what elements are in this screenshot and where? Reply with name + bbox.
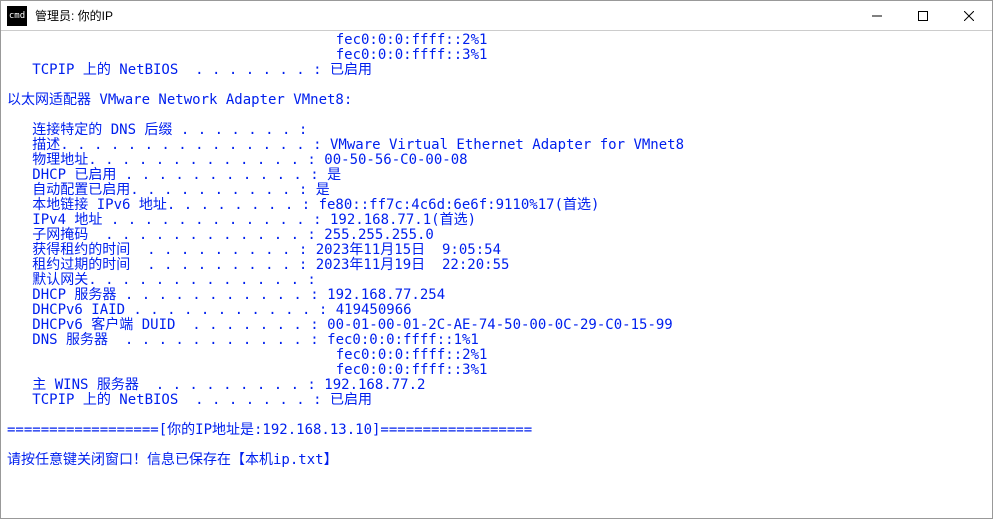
terminal-line [7, 108, 986, 123]
close-icon [964, 11, 974, 21]
window: cmd 管理员: 你的IP fec0:0:0:ffff::2%1 fec0:0:… [0, 0, 993, 519]
terminal-line: 主 WINS 服务器 . . . . . . . . . : 192.168.7… [7, 378, 986, 393]
terminal-line: 物理地址. . . . . . . . . . . . . : 00-50-56… [7, 153, 986, 168]
terminal-line: fec0:0:0:ffff::2%1 [7, 33, 986, 48]
terminal-line: DHCPv6 客户端 DUID . . . . . . . : 00-01-00… [7, 318, 986, 333]
terminal-line [7, 78, 986, 93]
terminal-line: TCPIP 上的 NetBIOS . . . . . . . : 已启用 [7, 63, 986, 78]
terminal-line: DHCP 服务器 . . . . . . . . . . . : 192.168… [7, 288, 986, 303]
close-button[interactable] [946, 1, 992, 31]
terminal-output[interactable]: fec0:0:0:ffff::2%1 fec0:0:0:ffff::3%1 TC… [1, 31, 992, 518]
terminal-line: 自动配置已启用. . . . . . . . . . : 是 [7, 183, 986, 198]
terminal-line: fec0:0:0:ffff::2%1 [7, 348, 986, 363]
terminal-line [7, 438, 986, 453]
terminal-line: fec0:0:0:ffff::3%1 [7, 48, 986, 63]
terminal-line: 请按任意键关闭窗口！信息已保存在【本机ip.txt】 [7, 453, 986, 468]
window-title: 管理员: 你的IP [35, 7, 113, 24]
terminal-line: ==================[你的IP地址是:192.168.13.10… [7, 423, 986, 438]
terminal-line: DHCP 已启用 . . . . . . . . . . . : 是 [7, 168, 986, 183]
terminal-line: 连接特定的 DNS 后缀 . . . . . . . : [7, 123, 986, 138]
terminal-line: 租约过期的时间 . . . . . . . . . : 2023年11月19日 … [7, 258, 986, 273]
cmd-icon: cmd [7, 6, 27, 26]
maximize-icon [918, 11, 928, 21]
terminal-line: 子网掩码 . . . . . . . . . . . . : 255.255.2… [7, 228, 986, 243]
terminal-line: 本地链接 IPv6 地址. . . . . . . . : fe80::ff7c… [7, 198, 986, 213]
maximize-button[interactable] [900, 1, 946, 31]
terminal-line: 以太网适配器 VMware Network Adapter VMnet8: [7, 93, 986, 108]
terminal-line: DHCPv6 IAID . . . . . . . . . . . : 4194… [7, 303, 986, 318]
terminal-line: fec0:0:0:ffff::3%1 [7, 363, 986, 378]
terminal-line: 默认网关. . . . . . . . . . . . . : [7, 273, 986, 288]
minimize-icon [872, 11, 882, 21]
terminal-line [7, 408, 986, 423]
terminal-line: IPv4 地址 . . . . . . . . . . . . : 192.16… [7, 213, 986, 228]
minimize-button[interactable] [854, 1, 900, 31]
terminal-line: TCPIP 上的 NetBIOS . . . . . . . : 已启用 [7, 393, 986, 408]
titlebar[interactable]: cmd 管理员: 你的IP [1, 1, 992, 31]
terminal-line: 描述. . . . . . . . . . . . . . . : VMware… [7, 138, 986, 153]
terminal-line: 获得租约的时间 . . . . . . . . . : 2023年11月15日 … [7, 243, 986, 258]
terminal-line: DNS 服务器 . . . . . . . . . . . : fec0:0:0… [7, 333, 986, 348]
